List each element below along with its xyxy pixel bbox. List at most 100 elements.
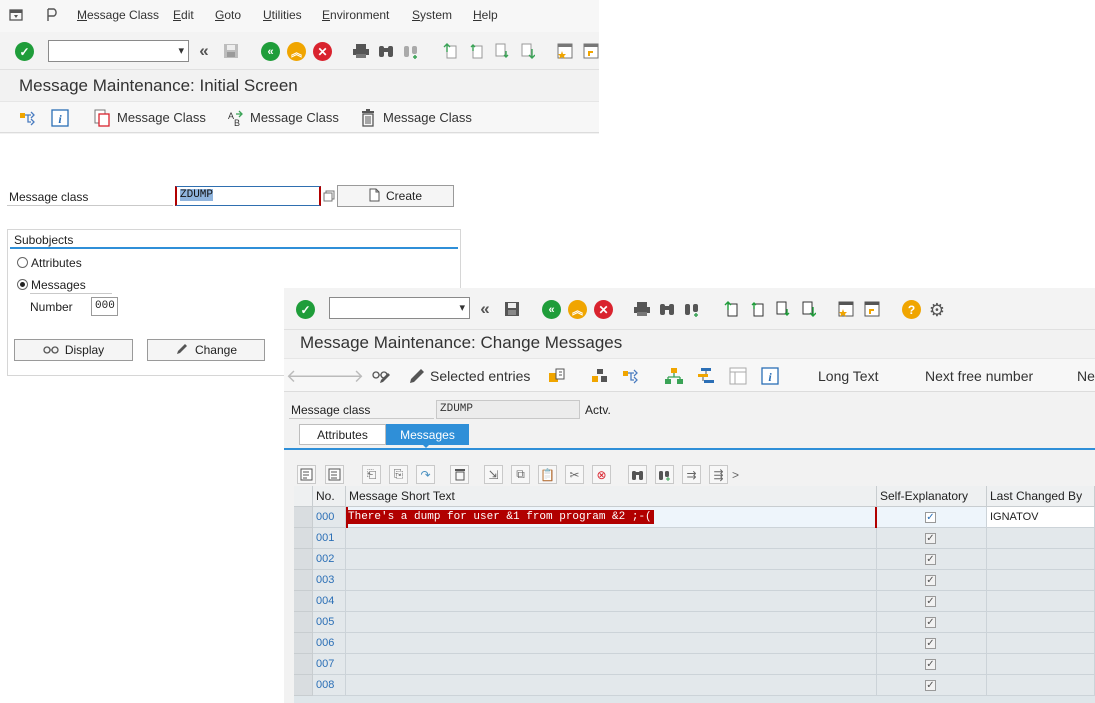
previous-page-icon[interactable] (467, 42, 485, 60)
cell-short-text[interactable]: There's a dump for user &1 from program … (346, 507, 877, 528)
copy-object-icon[interactable] (93, 109, 111, 127)
cut-cell-icon[interactable]: ⇲ (484, 465, 503, 484)
value-help-icon[interactable] (322, 189, 336, 203)
exit-icon-2[interactable]: ︽ (568, 300, 587, 319)
chevron-down-icon[interactable]: ▾ (178, 44, 184, 57)
print-icon-2[interactable] (632, 300, 651, 318)
save-icon[interactable] (222, 42, 240, 60)
row-selector[interactable] (294, 549, 313, 570)
back-icon[interactable]: « (261, 42, 280, 61)
tab-attributes[interactable]: Attributes (299, 424, 386, 445)
info-icon-2[interactable]: i (760, 366, 780, 386)
details-icon[interactable] (297, 465, 316, 484)
cell-short-text[interactable] (346, 612, 877, 633)
self-explanatory-checkbox[interactable]: ✓ (925, 512, 936, 523)
layout-menu-icon[interactable] (44, 7, 60, 23)
cell-short-text[interactable] (346, 654, 877, 675)
message-class-input[interactable]: ZDUMP (175, 186, 321, 206)
column-header-no[interactable]: No. (313, 486, 346, 507)
menu-message-class[interactable]: Message Class (77, 8, 159, 22)
append-row-icon[interactable]: ⎘ (389, 465, 408, 484)
paste-icon[interactable]: 📋 (538, 465, 557, 484)
menu-utilities[interactable]: Utilities (263, 8, 302, 22)
column-header-last-changed-by[interactable]: Last Changed By (987, 486, 1095, 507)
back-icon-2[interactable]: « (542, 300, 561, 319)
where-used-icon[interactable] (590, 366, 610, 386)
next-page-icon-2[interactable] (774, 300, 792, 318)
row-selector-header[interactable] (294, 486, 313, 507)
change-button[interactable]: Change (147, 339, 265, 361)
selected-entries-button[interactable]: Selected entries (430, 368, 530, 384)
window-menu-icon[interactable] (8, 7, 24, 23)
shortcut-icon[interactable] (582, 42, 600, 60)
self-explanatory-checkbox[interactable]: ✓ (925, 659, 936, 670)
next-page-icon[interactable] (493, 42, 511, 60)
new-session-icon[interactable] (556, 42, 574, 60)
row-selector[interactable] (294, 633, 313, 654)
next-button-cut[interactable]: Ne (1077, 368, 1095, 384)
find-next-icon[interactable] (401, 42, 420, 60)
tab-messages[interactable]: Messages (386, 424, 469, 445)
self-explanatory-checkbox[interactable]: ✓ (925, 533, 936, 544)
last-page-icon-2[interactable] (800, 300, 818, 318)
self-explanatory-checkbox[interactable]: ✓ (925, 575, 936, 586)
double-left-icon[interactable]: « (195, 41, 213, 60)
rename-icon[interactable]: AB (227, 109, 245, 127)
delete-row-icon[interactable] (450, 465, 469, 484)
column-header-short-text[interactable]: Message Short Text (346, 486, 877, 507)
help-icon[interactable]: ? (902, 300, 921, 319)
cancel-row-icon[interactable]: ⊗ (592, 465, 611, 484)
row-selector[interactable] (294, 654, 313, 675)
messages-radio[interactable] (17, 279, 28, 290)
delete-icon[interactable] (359, 109, 377, 127)
cut-icon[interactable]: ✂ (565, 465, 584, 484)
self-explanatory-checkbox[interactable]: ✓ (925, 680, 936, 691)
enter-check-icon[interactable]: ✓ (15, 42, 34, 61)
cell-short-text[interactable] (346, 549, 877, 570)
self-explanatory-checkbox[interactable]: ✓ (925, 617, 936, 628)
first-page-icon-2[interactable] (722, 300, 740, 318)
find-icon-2[interactable] (657, 300, 676, 318)
undo-icon[interactable]: ↷ (416, 465, 435, 484)
new-session-icon-2[interactable] (837, 300, 855, 318)
cancel-icon-2[interactable]: ✕ (594, 300, 613, 319)
expand-icon[interactable]: ⇉ (682, 465, 701, 484)
find-icon[interactable] (376, 42, 395, 60)
document-list-icon[interactable] (728, 366, 748, 386)
transport-icon[interactable] (547, 366, 567, 386)
create-button[interactable]: Create (337, 185, 454, 207)
display-change-icon[interactable] (371, 366, 391, 386)
row-selector[interactable] (294, 675, 313, 696)
hierarchy-icon[interactable] (19, 109, 37, 127)
shortcut-icon-2[interactable] (863, 300, 881, 318)
long-text-button[interactable]: Long Text (818, 368, 878, 384)
attributes-radio[interactable] (17, 257, 28, 268)
delete-message-class-button[interactable]: Message Class (383, 110, 472, 125)
first-page-icon[interactable] (441, 42, 459, 60)
print-icon[interactable] (351, 42, 370, 60)
enter-check-icon-2[interactable]: ✓ (296, 300, 315, 319)
self-explanatory-checkbox[interactable]: ✓ (925, 554, 936, 565)
rename-message-class-button[interactable]: Message Class (250, 110, 339, 125)
previous-page-icon-2[interactable] (748, 300, 766, 318)
menu-help[interactable]: Help (473, 8, 498, 22)
select-all-icon[interactable] (325, 465, 344, 484)
insert-row-icon[interactable]: ⎗ (362, 465, 381, 484)
find-table-icon[interactable] (628, 465, 647, 484)
row-selector[interactable] (294, 528, 313, 549)
double-left-icon-2[interactable]: « (476, 299, 494, 318)
gear-icon[interactable]: ⚙ (927, 300, 947, 320)
info-icon[interactable]: i (51, 109, 69, 127)
command-field-2[interactable]: ▾ (329, 297, 470, 319)
copy-cell-icon[interactable]: ⧉ (511, 465, 530, 484)
pencil-edit-icon[interactable] (407, 366, 427, 386)
cell-short-text[interactable] (346, 591, 877, 612)
more-icon[interactable]: > (726, 465, 745, 484)
menu-edit[interactable]: Edit (173, 8, 194, 22)
row-selector[interactable] (294, 507, 313, 528)
exit-icon[interactable]: ︽ (287, 42, 306, 61)
column-header-self-explanatory[interactable]: Self-Explanatory (877, 486, 987, 507)
list-structure-icon[interactable] (696, 366, 716, 386)
self-explanatory-checkbox[interactable]: ✓ (925, 638, 936, 649)
row-selector[interactable] (294, 612, 313, 633)
